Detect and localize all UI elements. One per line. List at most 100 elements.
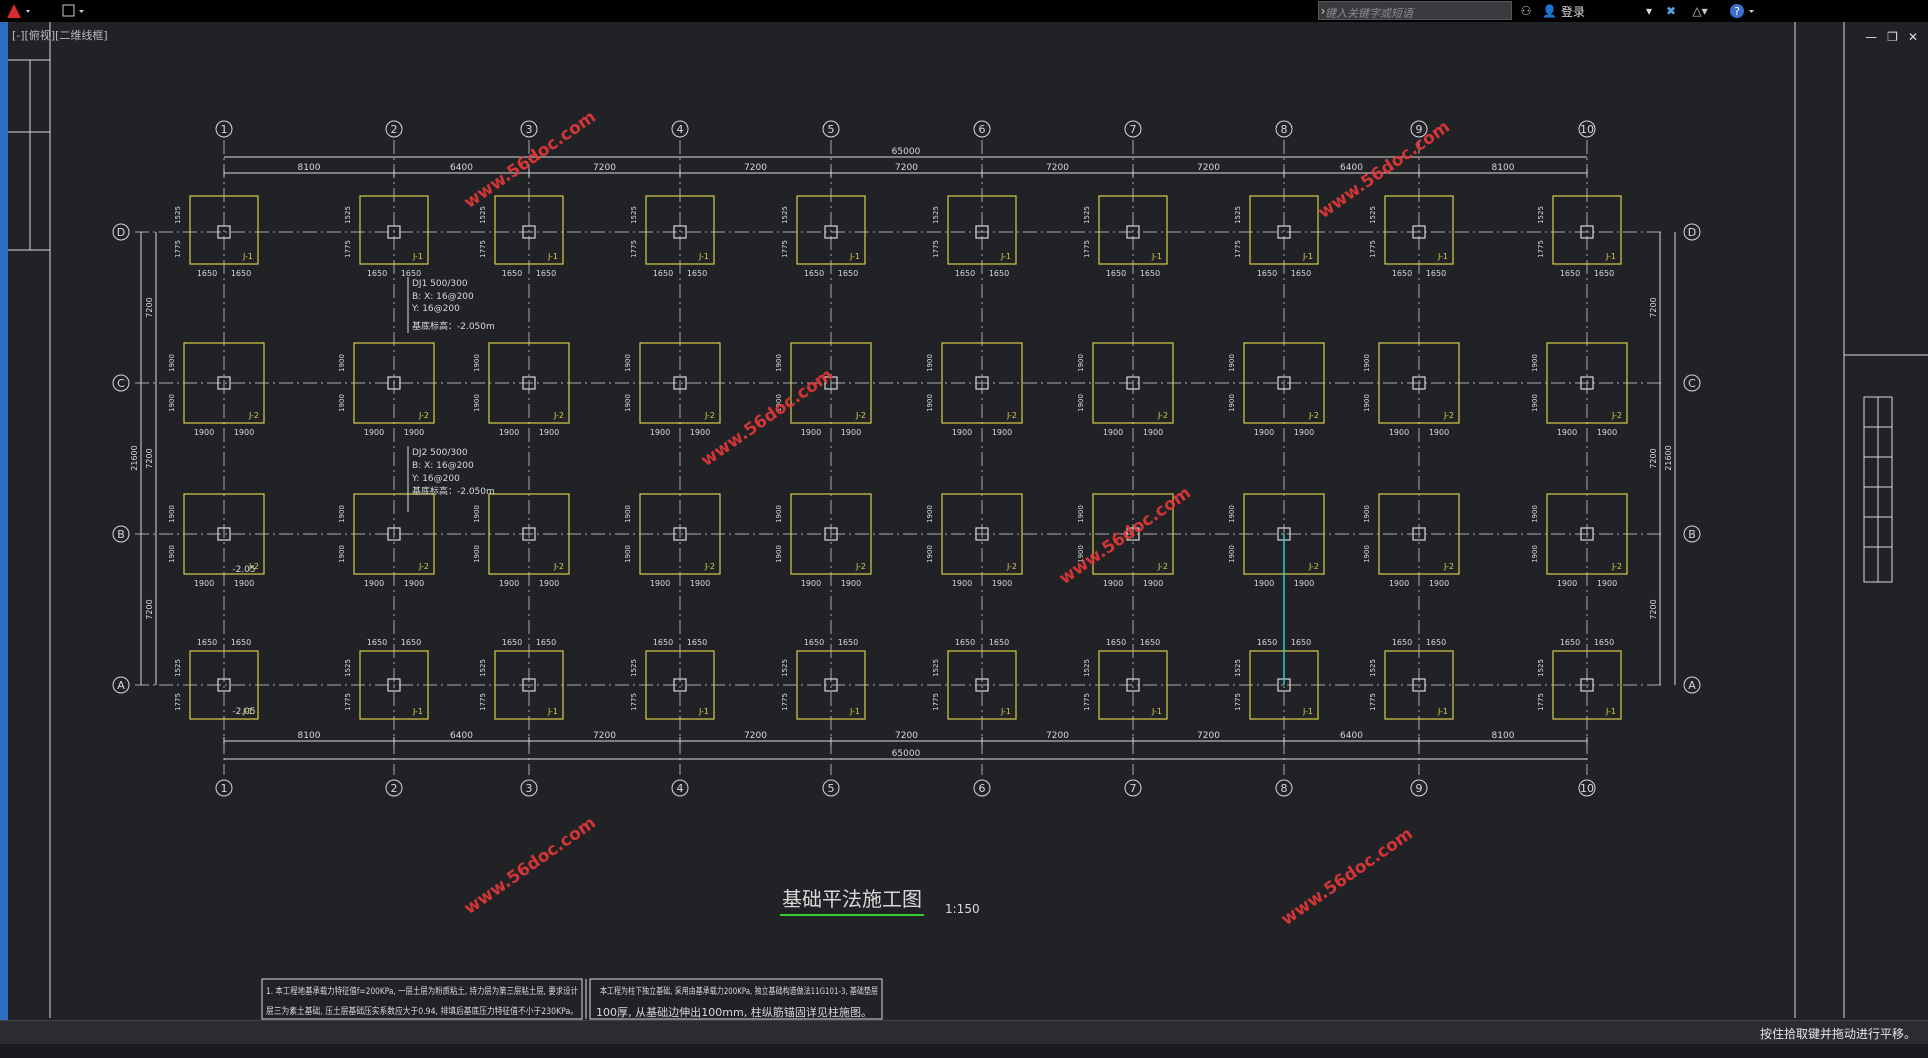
footing-dim-text: 1900 [1389, 428, 1409, 437]
footing-dim-text: 1650 [687, 269, 707, 278]
footing-label: J-2 [1157, 562, 1168, 571]
footing-side-dim: 1775 [1537, 693, 1545, 711]
close-icon[interactable]: ✕ [1908, 30, 1918, 44]
footing-side-dim: 1900 [473, 505, 481, 523]
footing-side-dim: 1775 [932, 693, 940, 711]
footing-label: J-1 [242, 252, 253, 261]
minimize-icon[interactable]: — [1865, 30, 1877, 44]
save-icon [62, 4, 84, 17]
watermark-text: www.56doc.com [461, 813, 600, 919]
bay-dim-text: 6400 [1340, 163, 1363, 173]
viewport-controls-label[interactable]: [-][俯视][二维线框] [12, 27, 108, 43]
footing-side-dim: 1900 [1077, 394, 1085, 412]
footing-dim-text: 1900 [690, 579, 710, 588]
elevation-label: -2.05 [232, 707, 255, 717]
row-dim-text: 7200 [1649, 297, 1658, 317]
footing-dim-text: 1900 [234, 428, 254, 437]
search-box[interactable] [1318, 1, 1512, 22]
axis-number: 4 [677, 123, 684, 136]
footing-dim-text: 1650 [804, 269, 824, 278]
help-icon[interactable]: ? [1728, 2, 1760, 20]
login-label: 登录 [1560, 4, 1585, 19]
title-bar: › ⚇ 👤 登录 ▾ ✖ △▾ ? [0, 0, 1928, 22]
drawing-svg[interactable]: 1122334455667788991010D DC CB BA A650008100 6… [8, 22, 1928, 1020]
footing-side-dim: 1900 [1228, 354, 1236, 372]
footing-side-dim: 1525 [174, 206, 182, 224]
footing-side-dim: 1900 [624, 394, 632, 412]
footing-dim-text: 1650 [1392, 269, 1412, 278]
footing-note-text: Y: 16@200 [411, 474, 460, 484]
axis-number: 7 [1130, 782, 1137, 795]
footing-side-dim: 1525 [1234, 659, 1242, 677]
footing-label: J-2 [553, 411, 564, 420]
footing-dim-text: 1650 [231, 638, 251, 647]
footing-label: J-1 [1000, 252, 1011, 261]
footing-dim-text: 1900 [650, 579, 670, 588]
footing-side-dim: 1775 [630, 693, 638, 711]
footing-side-dim: 1775 [1369, 240, 1377, 258]
login-button[interactable]: 👤 登录 ▾ [1542, 2, 1652, 20]
footing-dim-text: 1650 [1392, 638, 1412, 647]
footing-dim-text: 1900 [1143, 579, 1163, 588]
bay-dim-text: 7200 [1046, 163, 1069, 173]
footing-dim-text: 1900 [1429, 428, 1449, 437]
footing-side-dim: 1525 [1369, 659, 1377, 677]
footing-dim-text: 1900 [404, 579, 424, 588]
footing-label: J-2 [855, 562, 866, 571]
footing-label: J-2 [704, 411, 715, 420]
footing-side-dim: 1775 [174, 693, 182, 711]
footing-dim-text: 1900 [499, 579, 519, 588]
footing-dim-text: 1650 [653, 269, 673, 278]
footing-note-text: DJ1 500/300 [412, 279, 468, 289]
footing-label: J-2 [248, 411, 259, 420]
footing-dim-text: 1650 [502, 638, 522, 647]
drawing-canvas[interactable]: 1 1 2 2 3 3 4 4 5 5 6 6 7 7 8 8 9 9 10 10 D D C C B B A A 65000 8100 6… [8, 22, 1928, 1020]
bay-dim-text: 7200 [744, 163, 767, 173]
svg-text:?: ? [1734, 5, 1740, 18]
restore-icon[interactable]: ❐ [1887, 30, 1898, 44]
autodesk-360-icon[interactable]: △▾ [1686, 2, 1714, 20]
footing-dim-text: 1900 [1557, 579, 1577, 588]
footing-side-dim: 1525 [1083, 206, 1091, 224]
footing-note-text: Y: 16@200 [411, 304, 460, 314]
footing-label: J-1 [698, 707, 709, 716]
footing-side-dim: 1525 [932, 206, 940, 224]
footing-label: J-1 [1151, 707, 1162, 716]
footing-dim-text: 1900 [1103, 428, 1123, 437]
binoculars-icon[interactable]: ⚇ [1515, 2, 1537, 20]
footing-side-dim: 1900 [1228, 394, 1236, 412]
footing-side-dim: 1775 [479, 240, 487, 258]
footing-note-text: B: X: 16@200 [412, 461, 474, 471]
expand-search-icon[interactable]: › [1318, 2, 1328, 20]
exchange-icon[interactable]: ✖ [1662, 2, 1680, 20]
footing-side-dim: 1525 [1234, 206, 1242, 224]
axis-number: 5 [828, 123, 835, 136]
footing-side-dim: 1775 [174, 240, 182, 258]
bay-dim-text: 8100 [1492, 163, 1515, 173]
footing-dim-text: 1650 [653, 638, 673, 647]
footing-side-dim: 1775 [344, 693, 352, 711]
footing-side-dim: 1775 [781, 240, 789, 258]
footing-dim-text: 1900 [539, 579, 559, 588]
footing-side-dim: 1525 [479, 659, 487, 677]
row-total-dim-text: 21600 [1664, 445, 1673, 470]
footing-dim-text: 1900 [841, 579, 861, 588]
quick-access-button[interactable] [60, 2, 86, 20]
footing-side-dim: 1900 [926, 545, 934, 563]
footing-dim-text: 1650 [687, 638, 707, 647]
footing-label: J-2 [1006, 411, 1017, 420]
footing-dim-text: 1900 [801, 428, 821, 437]
tool-palette-strip[interactable] [0, 22, 8, 1022]
footing-side-dim: 1900 [775, 505, 783, 523]
axis-letter: C [117, 377, 125, 390]
bay-dim-text: 6400 [450, 163, 473, 173]
footing-dim-text: 1900 [234, 579, 254, 588]
footing-dim-text: 1650 [1291, 269, 1311, 278]
bay-dim-text: 7200 [1197, 731, 1220, 741]
footing-label: J-1 [547, 252, 558, 261]
app-menu-button[interactable] [4, 2, 32, 20]
footing-dim-text: 1650 [401, 269, 421, 278]
total-dim-text: 65000 [892, 749, 921, 759]
footing-side-dim: 1900 [926, 505, 934, 523]
search-input[interactable] [1319, 5, 1511, 22]
